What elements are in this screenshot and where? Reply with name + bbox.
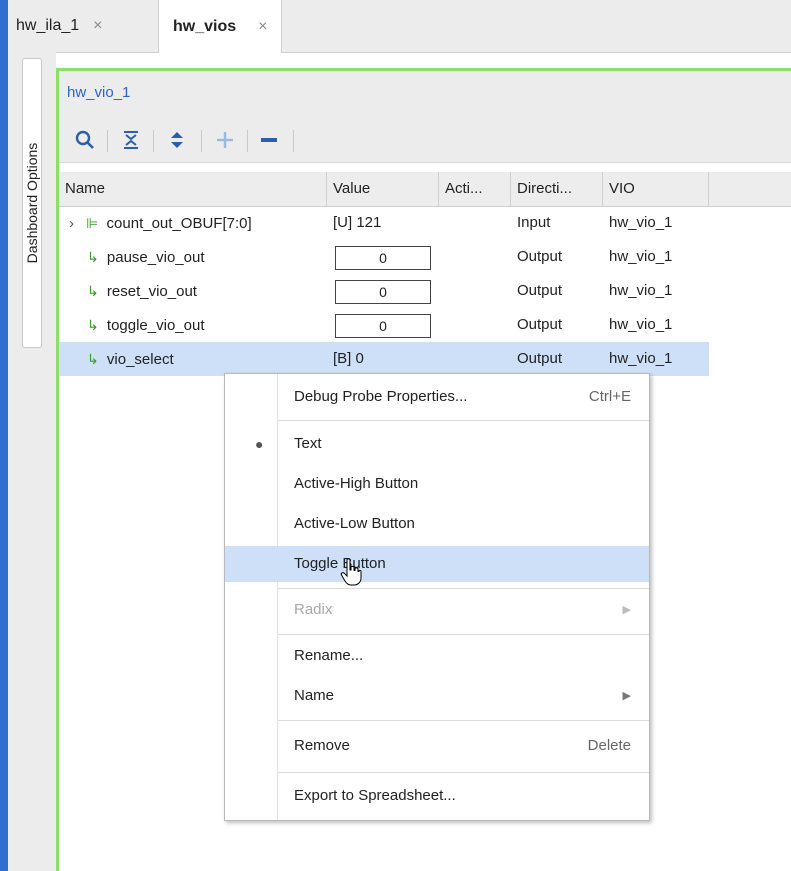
column-header-direction[interactable]: Directi... xyxy=(511,172,603,206)
menu-item-debug-probe-properties[interactable]: Debug Probe Properties... Ctrl+E xyxy=(225,379,649,415)
dashboard-options-tab[interactable]: Dashboard Options xyxy=(22,58,42,348)
panel-title-bar: hw_vio_1 xyxy=(59,71,791,118)
close-icon[interactable]: × xyxy=(258,18,267,36)
signal-probe-icon: ↳ xyxy=(87,283,99,299)
name-cell: ↳ vio_select xyxy=(81,342,174,376)
window-left-edge xyxy=(0,0,8,871)
context-menu: Debug Probe Properties... Ctrl+E ● Text … xyxy=(224,373,650,821)
menu-item-label: Export to Spreadsheet... xyxy=(294,787,456,804)
expand-all-icon[interactable] xyxy=(165,128,189,152)
direction-cell: Output xyxy=(517,282,563,299)
direction-cell: Output xyxy=(517,316,563,333)
vio-cell: hw_vio_1 xyxy=(609,248,673,265)
menu-item-radix[interactable]: Radix ▶ xyxy=(225,592,649,628)
value-input[interactable]: 0 xyxy=(335,246,431,270)
panel-title: hw_vio_1 xyxy=(67,84,131,101)
name-cell: ↳ pause_vio_out xyxy=(81,240,205,274)
expand-chevron-icon[interactable]: › xyxy=(69,215,74,232)
column-header-name[interactable]: Name xyxy=(59,172,327,206)
menu-item-label: Active-High Button xyxy=(294,475,419,492)
tab-hw-vios[interactable]: hw_vios × xyxy=(158,0,283,53)
submenu-arrow-icon: ▶ xyxy=(622,604,631,616)
tab-hw-ila-1[interactable]: hw_ila_1 × xyxy=(16,0,103,52)
signal-probe-icon: ↳ xyxy=(87,249,99,265)
menu-item-label: Rename... xyxy=(294,647,364,664)
tab-bar: hw_ila_1 × hw_vios × xyxy=(8,0,791,53)
menu-item-label: Text xyxy=(294,435,322,452)
signal-probe-icon: ↳ xyxy=(87,317,99,333)
value-cell[interactable]: [B] 0 xyxy=(327,342,364,376)
name-cell: ↳ reset_vio_out xyxy=(81,274,197,308)
search-icon[interactable] xyxy=(73,128,97,152)
menu-item-label: Active-Low Button xyxy=(294,515,415,532)
remove-probe-icon[interactable] xyxy=(257,128,281,152)
vio-cell: hw_vio_1 xyxy=(609,316,673,333)
menu-item-name[interactable]: Name ▶ xyxy=(225,678,649,714)
menu-item-rename[interactable]: Rename... xyxy=(225,638,649,674)
table-row[interactable]: ↳ reset_vio_out 0 Output hw_vio_1 xyxy=(59,274,791,308)
table-row[interactable]: ↳ pause_vio_out 0 Output hw_vio_1 xyxy=(59,240,791,274)
menu-item-label: Debug Probe Properties... xyxy=(294,388,468,405)
menu-item-label: Name xyxy=(294,687,335,704)
menu-item-shortcut: Ctrl+E xyxy=(588,388,631,405)
collapse-all-icon[interactable] xyxy=(119,128,143,152)
menu-item-remove[interactable]: Remove Delete xyxy=(225,728,649,764)
signal-probe-icon: ↳ xyxy=(87,351,99,367)
menu-item-toggle-button[interactable]: Toggle Button xyxy=(225,546,649,582)
direction-cell: Input xyxy=(517,214,551,231)
menu-item-label: Remove xyxy=(294,737,350,754)
menu-item-text[interactable]: ● Text xyxy=(225,426,649,462)
direction-cell: Output xyxy=(517,350,563,367)
probe-name: vio_select xyxy=(106,351,174,368)
table-header: Name Value Acti... Directi... VIO xyxy=(59,172,791,207)
tab-label: hw_vios xyxy=(173,17,237,35)
tab-label: hw_ila_1 xyxy=(16,17,80,34)
vio-cell: hw_vio_1 xyxy=(609,282,673,299)
menu-item-active-high-button[interactable]: Active-High Button xyxy=(225,466,649,502)
menu-item-active-low-button[interactable]: Active-Low Button xyxy=(225,506,649,542)
dashboard-options-label: Dashboard Options xyxy=(24,142,40,264)
add-probe-icon[interactable] xyxy=(213,128,237,152)
probe-name: reset_vio_out xyxy=(106,283,197,300)
column-header-value[interactable]: Value xyxy=(327,172,439,206)
vio-cell: hw_vio_1 xyxy=(609,350,673,367)
vio-cell: hw_vio_1 xyxy=(609,214,673,231)
probe-name: toggle_vio_out xyxy=(106,317,205,334)
value-input[interactable]: 0 xyxy=(335,314,431,338)
submenu-arrow-icon: ▶ xyxy=(622,690,631,702)
menu-item-shortcut: Delete xyxy=(587,737,631,754)
bus-probe-icon: ⊫ xyxy=(86,215,99,231)
menu-item-label: Radix xyxy=(294,601,333,618)
hand-cursor-icon xyxy=(340,558,362,586)
value-cell: [U] 121 xyxy=(333,214,382,231)
close-icon[interactable]: × xyxy=(93,17,102,35)
table-row[interactable]: ↳ toggle_vio_out 0 Output hw_vio_1 xyxy=(59,308,791,342)
probe-name: count_out_OBUF[7:0] xyxy=(106,215,252,232)
table-row-selected[interactable]: ↳ vio_select [B] 0 Output hw_vio_1 xyxy=(59,342,709,376)
name-cell: › ⊫ count_out_OBUF[7:0] xyxy=(63,206,252,240)
column-header-activity[interactable]: Acti... xyxy=(439,172,511,206)
menu-item-export-to-spreadsheet[interactable]: Export to Spreadsheet... xyxy=(225,778,649,814)
toolbar xyxy=(59,118,791,163)
column-header-vio[interactable]: VIO xyxy=(603,172,709,206)
table-row[interactable]: › ⊫ count_out_OBUF[7:0] [U] 121 Input hw… xyxy=(59,206,791,240)
direction-cell: Output xyxy=(517,248,563,265)
probe-name: pause_vio_out xyxy=(106,249,205,266)
name-cell: ↳ toggle_vio_out xyxy=(81,308,205,342)
value-input[interactable]: 0 xyxy=(335,280,431,304)
radio-checked-icon: ● xyxy=(255,436,264,452)
